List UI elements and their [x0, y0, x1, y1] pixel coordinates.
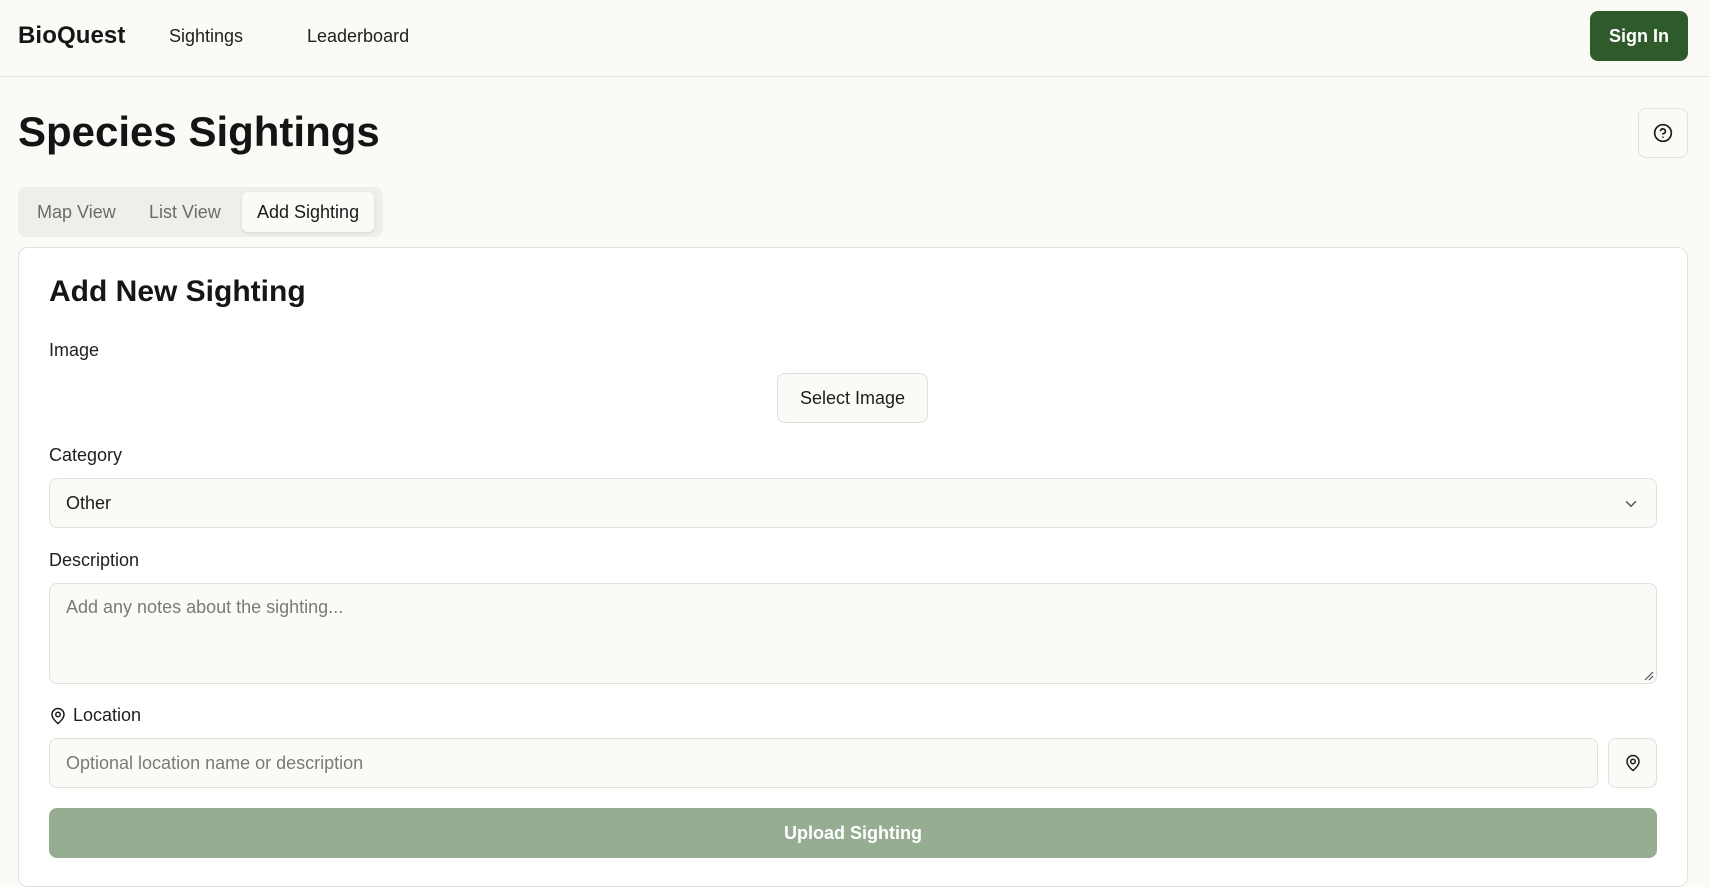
map-pin-icon	[51, 707, 65, 724]
top-navigation: BioQuest Sightings Leaderboard Sign In	[0, 0, 1709, 77]
category-select[interactable]: Other	[49, 478, 1657, 528]
tab-map-view[interactable]: Map View	[22, 192, 131, 232]
sign-in-button[interactable]: Sign In	[1590, 11, 1688, 61]
help-circle-icon	[1653, 123, 1673, 143]
category-label: Category	[49, 445, 123, 465]
tab-list-view[interactable]: List View	[134, 192, 236, 232]
upload-sighting-button[interactable]: Upload Sighting	[49, 808, 1657, 858]
nav-link-leaderboard[interactable]: Leaderboard	[307, 26, 409, 47]
chevron-down-icon	[1625, 501, 1637, 507]
page-title: Species Sightings	[18, 108, 380, 155]
description-placeholder: Add any notes about the sighting...	[66, 597, 344, 617]
resize-handle-icon[interactable]	[1642, 669, 1654, 681]
use-current-location-button[interactable]	[1608, 738, 1657, 788]
add-sighting-card: Add New Sighting Image Select Image Cate…	[18, 247, 1688, 887]
map-pin-icon	[1625, 754, 1640, 772]
category-select-value: Other	[66, 493, 112, 513]
location-label-row: Location	[49, 705, 141, 726]
view-tabs: Map View List View Add Sighting	[18, 187, 383, 237]
help-button[interactable]	[1638, 108, 1688, 158]
nav-link-sightings[interactable]: Sightings	[169, 26, 243, 47]
form-title: Add New Sighting	[49, 275, 306, 308]
tab-add-sighting[interactable]: Add Sighting	[242, 192, 375, 232]
location-label: Location	[73, 705, 142, 725]
brand-logo[interactable]: BioQuest	[18, 22, 125, 50]
location-input[interactable]: Optional location name or description	[49, 738, 1598, 788]
description-textarea[interactable]: Add any notes about the sighting...	[49, 583, 1657, 684]
image-label: Image	[49, 340, 100, 360]
location-placeholder: Optional location name or description	[66, 753, 364, 773]
description-label: Description	[49, 550, 140, 570]
select-image-button[interactable]: Select Image	[777, 373, 928, 423]
